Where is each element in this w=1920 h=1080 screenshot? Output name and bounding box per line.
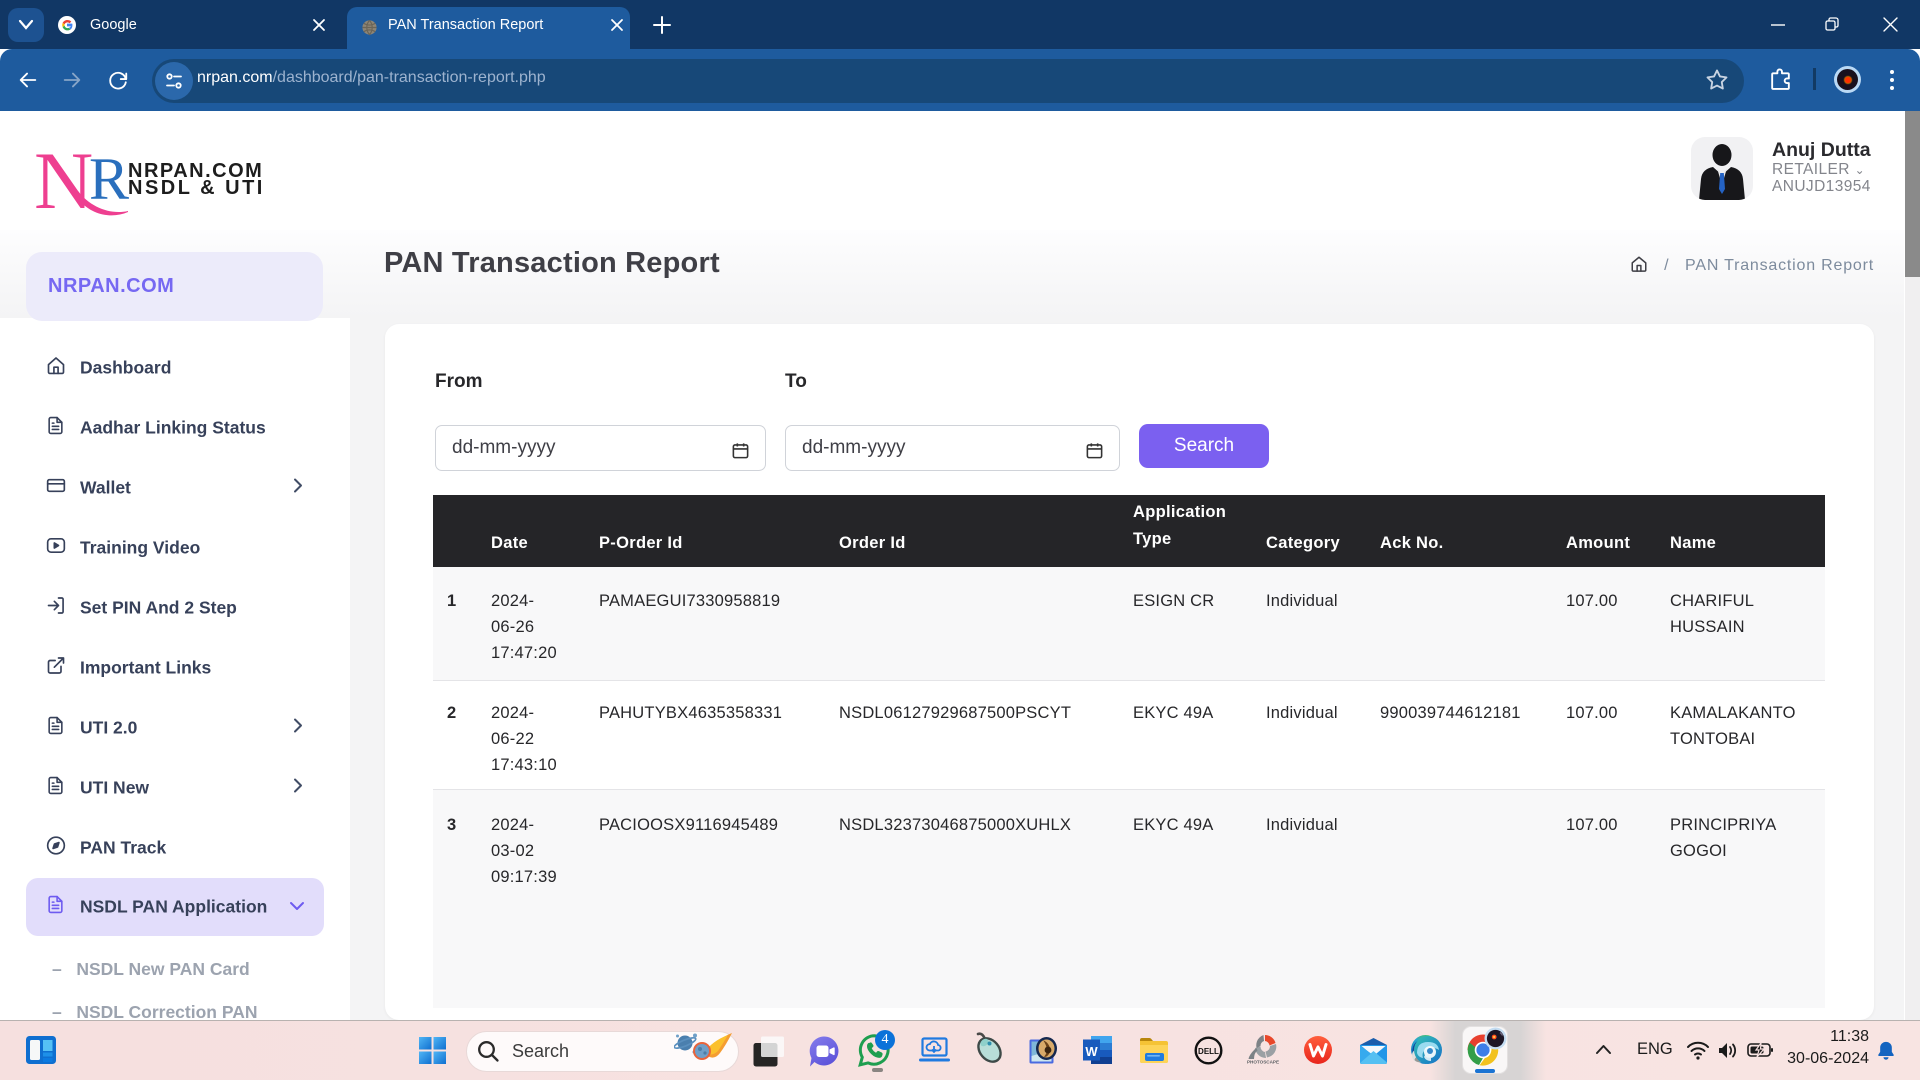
svg-text:W: W: [1085, 1044, 1098, 1059]
svg-text:PHOTOSCAPE: PHOTOSCAPE: [1247, 1060, 1279, 1065]
svg-text:DELL: DELL: [1198, 1047, 1219, 1056]
